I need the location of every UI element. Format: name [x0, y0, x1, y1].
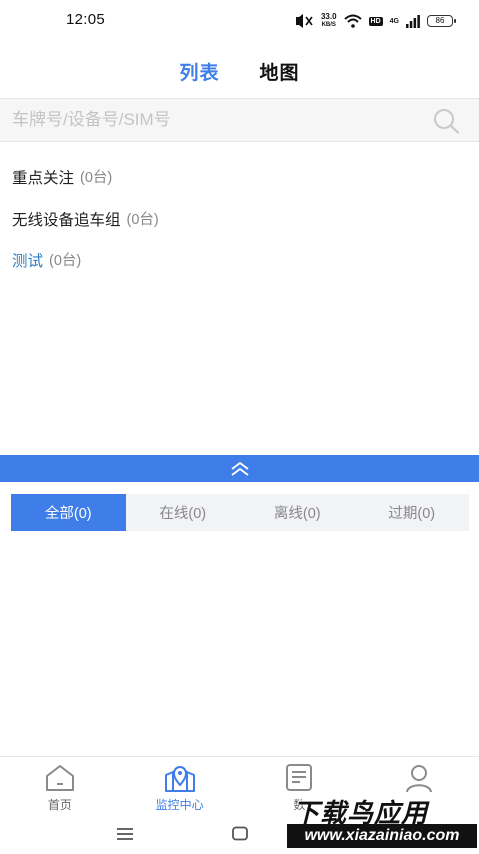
group-count: (0台)	[126, 211, 159, 228]
view-tabs: 列表 地图	[0, 58, 479, 88]
group-name: 测试	[12, 253, 44, 270]
expand-panel-bar[interactable]	[0, 455, 479, 482]
group-name: 重点关注	[12, 170, 75, 187]
speed-value: 33.0	[320, 12, 337, 21]
group-item-test[interactable]: 测试 (0台)	[12, 249, 452, 291]
filter-tab-all[interactable]: 全部(0)	[11, 494, 126, 531]
speed-unit: KB/S	[321, 22, 336, 28]
wifi-icon	[343, 14, 362, 28]
group-item-wireless[interactable]: 无线设备追车组 (0台)	[12, 208, 452, 250]
watermark-url: www.xiazainiao.com	[287, 824, 477, 848]
double-chevron-up-icon	[230, 461, 249, 476]
status-bar: 12:05 33.0 KB/S HD 4G 86	[0, 0, 479, 42]
network-type: 4G	[389, 17, 399, 25]
tab-map[interactable]: 地图	[260, 58, 300, 88]
menu-icon[interactable]	[116, 826, 134, 842]
home-icon	[45, 765, 74, 791]
filter-tab-expired[interactable]: 过期(0)	[355, 494, 470, 531]
network-speed: 33.0 KB/S	[321, 13, 337, 29]
search-icon[interactable]	[432, 108, 460, 134]
nav-monitor-center[interactable]: 监控中心	[120, 757, 240, 816]
map-pin-icon	[164, 766, 195, 792]
status-time: 12:05	[66, 11, 106, 28]
filter-tab-offline[interactable]: 离线(0)	[240, 494, 355, 531]
vehicle-group-list: 重点关注 (0台) 无线设备追车组 (0台) 测试 (0台)	[12, 166, 452, 291]
search-input[interactable]	[12, 107, 412, 133]
group-item-focus[interactable]: 重点关注 (0台)	[12, 166, 452, 208]
hd-badge: HD	[368, 16, 383, 26]
nav-label: 监控中心	[155, 798, 204, 812]
home-square-icon[interactable]	[231, 826, 249, 842]
group-count: (0台)	[80, 170, 113, 186]
status-icons: 33.0 KB/S HD 4G 86	[294, 10, 456, 32]
mute-vibrate-icon	[295, 14, 313, 28]
watermark: 下载鸟应用 www.xiazainiao.com	[287, 793, 477, 851]
group-name: 无线设备追车组	[12, 211, 121, 229]
nav-label: 首页	[47, 798, 72, 812]
nav-home[interactable]: 首页	[0, 757, 120, 816]
document-icon	[286, 764, 313, 791]
tab-list[interactable]: 列表	[179, 58, 219, 88]
battery-indicator: 86	[427, 15, 456, 27]
user-icon	[406, 765, 433, 793]
group-count: (0台)	[49, 253, 82, 269]
search-bar	[0, 98, 479, 142]
signal-icon	[406, 14, 420, 28]
status-filter-tabs: 全部(0) 在线(0) 离线(0) 过期(0)	[11, 494, 469, 531]
filter-tab-online[interactable]: 在线(0)	[126, 494, 241, 531]
